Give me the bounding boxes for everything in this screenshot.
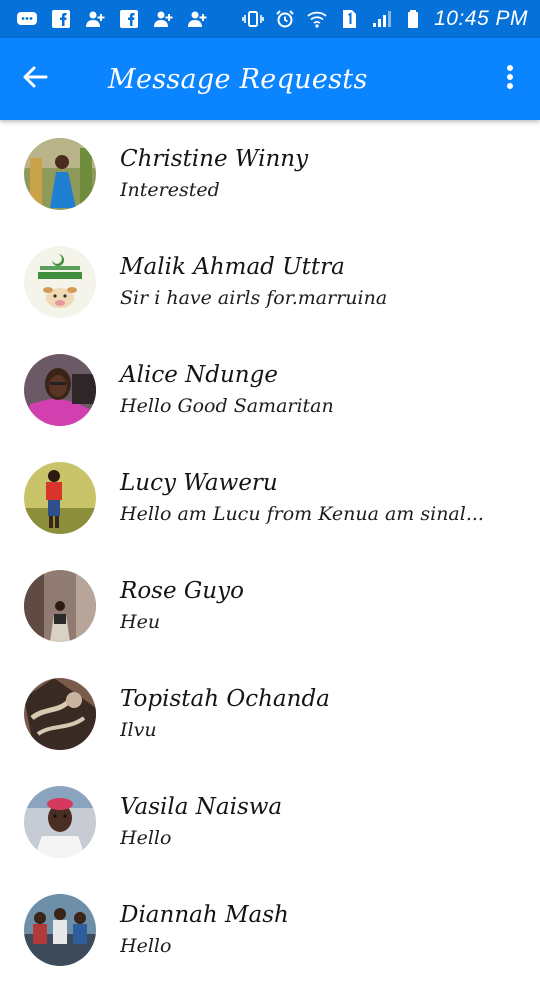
message-preview: Hello	[120, 827, 172, 849]
request-item-christine-winny[interactable]: Christine Winny Interested	[0, 120, 540, 228]
avatar	[24, 462, 96, 534]
sim-icon	[338, 9, 360, 29]
add-friend-icon	[186, 9, 208, 29]
status-bar: 10:45 PM	[0, 0, 540, 38]
app-bar: Message Requests	[0, 38, 540, 120]
message-preview: Sir i have airls for.marruina	[120, 287, 388, 309]
avatar	[24, 138, 96, 210]
contact-name: Diannah Mash	[120, 902, 289, 928]
message-preview: Hello Good Samaritan	[120, 395, 334, 417]
contact-name: Rose Guyo	[120, 578, 244, 604]
avatar	[24, 246, 96, 318]
notification-icons	[16, 9, 208, 29]
contact-name: Christine Winny	[120, 146, 309, 172]
message-requests-list: Christine Winny Interested Malik Ahmad U…	[0, 120, 540, 984]
avatar	[24, 354, 96, 426]
request-item-rose-guyo[interactable]: Rose Guyo Heu	[0, 552, 540, 660]
add-friend-icon	[84, 9, 106, 29]
request-item-malik-ahmad-uttra[interactable]: Malik Ahmad Uttra Sir i have airls for.m…	[0, 228, 540, 336]
vibrate-icon	[242, 9, 264, 29]
avatar	[24, 894, 96, 966]
back-arrow-icon	[21, 63, 49, 95]
message-preview: Heu	[120, 611, 161, 633]
signal-icon	[370, 9, 392, 29]
wifi-icon	[306, 9, 328, 29]
battery-icon	[402, 9, 424, 29]
back-button[interactable]	[0, 38, 70, 120]
facebook-icon	[118, 9, 140, 29]
contact-name: Malik Ahmad Uttra	[120, 254, 345, 280]
contact-name: Topistah Ochanda	[120, 686, 330, 712]
contact-name: Vasila Naiswa	[120, 794, 283, 820]
system-status-icons: 10:45 PM	[242, 7, 528, 31]
contact-name: Lucy Waweru	[120, 470, 278, 496]
add-friend-icon	[152, 9, 174, 29]
avatar	[24, 678, 96, 750]
request-item-topistah-ochanda[interactable]: Topistah Ochanda Ilvu	[0, 660, 540, 768]
clock: 10:45 PM	[434, 7, 528, 30]
more-vert-icon	[506, 63, 514, 95]
request-item-alice-ndunge[interactable]: Alice Ndunge Hello Good Samaritan	[0, 336, 540, 444]
facebook-icon	[50, 9, 72, 29]
avatar	[24, 570, 96, 642]
more-options-button[interactable]	[480, 38, 540, 120]
message-preview: Ilvu	[120, 719, 157, 741]
request-item-vasila-naiswa[interactable]: Vasila Naiswa Hello	[0, 768, 540, 876]
message-preview: Interested	[120, 179, 220, 201]
message-preview: Hello am Lucu from Kenua am sinal...	[120, 503, 484, 525]
message-preview: Hello	[120, 935, 172, 957]
request-item-diannah-mash[interactable]: Diannah Mash Hello	[0, 876, 540, 984]
request-item-lucy-waweru[interactable]: Lucy Waweru Hello am Lucu from Kenua am …	[0, 444, 540, 552]
page-title: Message Requests	[108, 63, 368, 95]
messenger-icon	[16, 9, 38, 29]
avatar	[24, 786, 96, 858]
alarm-icon	[274, 9, 296, 29]
contact-name: Alice Ndunge	[120, 362, 278, 388]
